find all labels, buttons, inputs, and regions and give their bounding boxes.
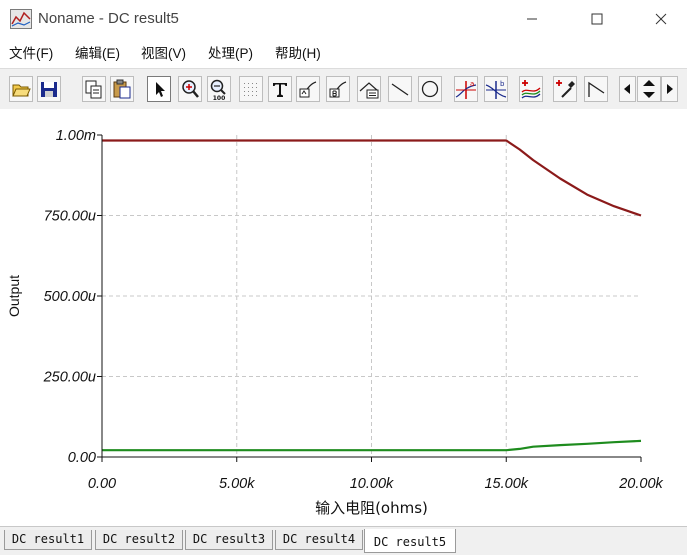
circle-icon <box>421 80 439 98</box>
copy-button[interactable] <box>82 76 106 102</box>
paste-icon <box>113 79 131 99</box>
open-icon <box>12 84 31 97</box>
y-tick-label: 250.00u <box>43 370 96 386</box>
x-tick-label: 20.00k <box>618 476 663 492</box>
tab-dc-result3[interactable]: DC result3 <box>185 530 273 550</box>
arrow-right-icon <box>667 84 673 94</box>
y-axis-label: Output <box>6 275 22 317</box>
marker-a-icon: a <box>455 80 477 99</box>
line-button[interactable] <box>388 76 412 102</box>
color-pick-button[interactable] <box>553 76 577 102</box>
scroll-updown-button[interactable] <box>637 76 661 102</box>
scroll-right-button[interactable] <box>661 76 678 102</box>
arrow-left-icon <box>624 84 630 94</box>
open-button[interactable] <box>9 76 33 102</box>
menu-file[interactable]: 文件(F) <box>9 42 53 62</box>
scroll-left-button[interactable] <box>619 76 636 102</box>
y-tick-label: 750.00u <box>44 209 96 225</box>
tab-dc-result4[interactable]: DC result4 <box>275 530 363 550</box>
zoom-100-label: 100 <box>213 95 226 101</box>
result-tabs: DC result1 DC result2 DC result3 DC resu… <box>0 526 687 555</box>
polyline-icon <box>588 81 605 97</box>
grid-icon <box>244 83 257 96</box>
cursor-b-button[interactable] <box>326 76 350 102</box>
app-icon <box>10 9 32 29</box>
zoom-100-button[interactable]: 100 <box>207 76 231 102</box>
cursor-a-button[interactable] <box>296 76 320 102</box>
marker-b-icon: b <box>485 80 507 99</box>
y-tick-label: 500.00u <box>44 289 96 305</box>
x-tick-label: 0.00 <box>88 476 116 492</box>
menu-edit[interactable]: 编辑(E) <box>75 42 120 62</box>
x-tick-label: 5.00k <box>219 476 255 492</box>
title-bar: Noname - DC result5 <box>0 0 687 38</box>
svg-text:b: b <box>500 80 505 88</box>
window-title: Noname - DC result5 <box>38 10 179 27</box>
minimize-icon <box>527 18 537 20</box>
grid-button[interactable] <box>239 76 263 102</box>
minimize-button[interactable] <box>509 0 555 38</box>
menu-process[interactable]: 处理(P) <box>208 42 253 62</box>
text-icon <box>273 83 287 97</box>
zoom-in-button[interactable] <box>178 76 202 102</box>
paste-button[interactable] <box>110 76 134 102</box>
plot-area: 0.00 5.00k 10.00k 15.00k 20.00k 0.00 250.00u 50… <box>0 112 687 526</box>
arrow-updown-icon <box>643 80 655 98</box>
svg-text:a: a <box>470 80 474 88</box>
axes <box>97 134 642 462</box>
pointer-icon <box>156 82 165 97</box>
curve-add-button[interactable] <box>519 76 543 102</box>
pointer-button[interactable] <box>147 76 171 102</box>
marker-a-button[interactable]: a <box>454 76 478 102</box>
close-icon <box>655 13 667 25</box>
line-chart[interactable]: 0.00 5.00k 10.00k 15.00k 20.00k 0.00 250.00u 50… <box>0 112 687 526</box>
curve-add-icon <box>521 80 541 99</box>
copy-icon <box>85 80 102 99</box>
y-tick-label: 0.00 <box>68 450 96 466</box>
save-button[interactable] <box>37 76 61 102</box>
y-tick-label: 1.00m <box>56 128 96 144</box>
menu-bar: 文件(F) 编辑(E) 视图(V) 处理(P) 帮助(H) <box>0 38 687 64</box>
text-button[interactable] <box>268 76 292 102</box>
circle-button[interactable] <box>418 76 442 102</box>
marker-b-button[interactable]: b <box>484 76 508 102</box>
cursor-ab-button[interactable] <box>357 76 381 102</box>
zoom-in-icon <box>182 80 199 98</box>
line-icon <box>391 83 409 96</box>
maximize-button[interactable] <box>574 0 620 38</box>
tab-dc-result5[interactable]: DC result5 <box>364 529 456 553</box>
cursor-b-icon <box>329 81 347 98</box>
x-tick-label: 15.00k <box>484 476 528 492</box>
cursor-ab-icon <box>359 82 379 99</box>
grid-lines <box>102 135 641 457</box>
save-icon <box>41 82 57 97</box>
color-pick-icon <box>556 80 575 98</box>
x-tick-label: 10.00k <box>350 476 394 492</box>
tab-dc-result2[interactable]: DC result2 <box>95 530 183 550</box>
maximize-icon <box>591 13 603 25</box>
toolbar: 100 a b <box>0 68 687 109</box>
zoom-100-icon: 100 <box>210 79 226 101</box>
polyline-button[interactable] <box>584 76 608 102</box>
x-axis-label: 输入电阻(ohms) <box>315 499 428 517</box>
menu-view[interactable]: 视图(V) <box>141 42 186 62</box>
close-button[interactable] <box>638 0 684 38</box>
cursor-a-icon <box>299 81 317 98</box>
tab-dc-result1[interactable]: DC result1 <box>4 530 92 550</box>
menu-help[interactable]: 帮助(H) <box>275 42 321 62</box>
tick-labels: 0.00 5.00k 10.00k 15.00k 20.00k 0.00 250.00u 50… <box>43 128 664 492</box>
